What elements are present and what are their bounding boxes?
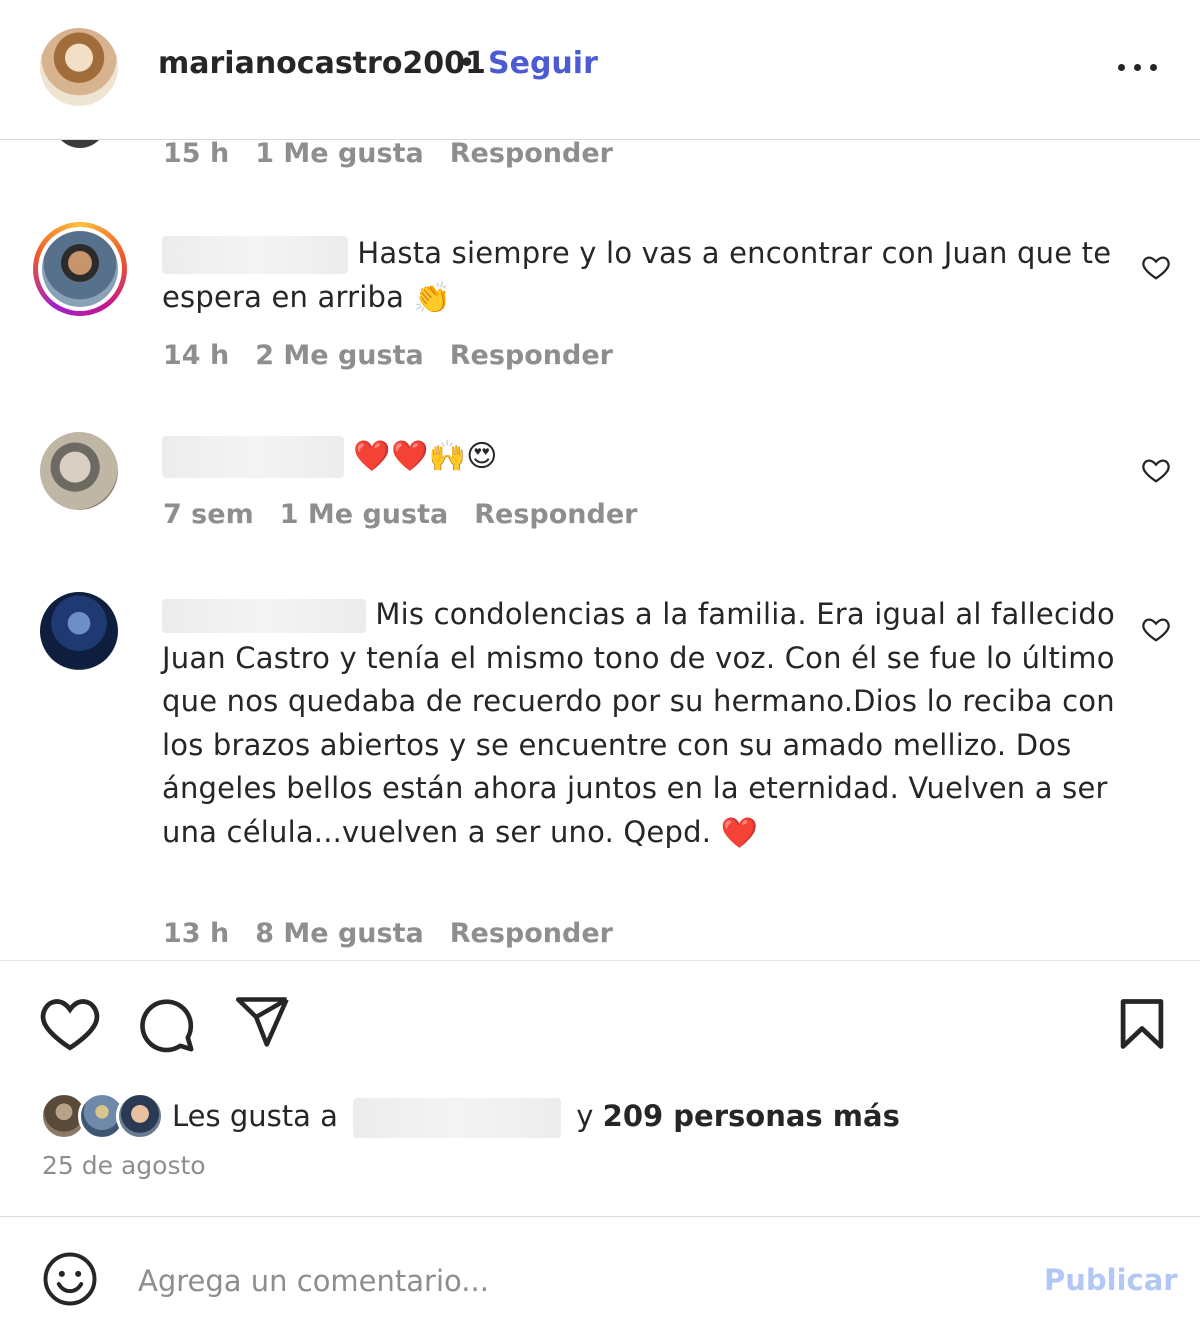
post-date[interactable]: 25 de agosto bbox=[42, 1151, 206, 1180]
comment-text-block: Hasta siempre y lo vas a encontrar con J… bbox=[162, 232, 1122, 319]
heart-icon[interactable] bbox=[40, 996, 100, 1052]
comment-like-heart-icon[interactable] bbox=[1140, 614, 1172, 644]
comment-input[interactable] bbox=[138, 1261, 998, 1301]
likes-connector: y bbox=[576, 1099, 594, 1133]
likes-count-link[interactable]: 209 personas más bbox=[603, 1099, 900, 1133]
reply-button[interactable]: Responder bbox=[450, 340, 613, 371]
comment-meta: 13 h 8 Me gusta Responder bbox=[163, 918, 639, 949]
commenter-avatar[interactable] bbox=[40, 432, 118, 510]
comment-time: 14 h bbox=[163, 340, 230, 371]
redacted-username bbox=[162, 236, 348, 274]
comment-likes[interactable]: 2 Me gusta bbox=[255, 340, 424, 371]
redacted-liker-name[interactable] bbox=[353, 1098, 562, 1138]
paper-plane-icon[interactable] bbox=[234, 996, 292, 1048]
comment-text-block: ❤️❤️🙌😍 bbox=[162, 434, 1122, 478]
liker-avatar[interactable] bbox=[116, 1092, 164, 1140]
comment-time: 13 h bbox=[163, 918, 230, 949]
reply-button[interactable]: Responder bbox=[450, 138, 613, 169]
comment-like-heart-icon[interactable] bbox=[1140, 455, 1172, 485]
redacted-username bbox=[162, 436, 344, 478]
redacted-username bbox=[162, 599, 366, 633]
publish-button[interactable]: Publicar bbox=[1044, 1263, 1178, 1297]
commenter-avatar[interactable] bbox=[40, 592, 118, 670]
comment-time: 15 h bbox=[163, 138, 230, 169]
comment-likes[interactable]: 1 Me gusta bbox=[280, 499, 449, 530]
comment-like-heart-icon[interactable] bbox=[1140, 252, 1172, 282]
comment-text-block: Mis condolencias a la familia. Era igual… bbox=[162, 593, 1122, 854]
reply-button[interactable]: Responder bbox=[474, 499, 637, 530]
likers-avatars[interactable] bbox=[40, 1092, 170, 1142]
likes-summary: Les gusta a y 209 personas más bbox=[172, 1098, 900, 1138]
emoji-picker-icon[interactable] bbox=[42, 1251, 98, 1307]
reaction-emojis: ❤️❤️🙌😍 bbox=[353, 439, 498, 474]
author-username[interactable]: marianocastro2001 bbox=[158, 46, 486, 81]
comment-body: Mis condolencias a la familia. Era igual… bbox=[162, 597, 1115, 849]
separator-dot: • bbox=[458, 46, 476, 81]
reply-button[interactable]: Responder bbox=[450, 918, 613, 949]
comment-likes[interactable]: 8 Me gusta bbox=[255, 918, 424, 949]
post-header: marianocastro2001 • Seguir bbox=[0, 0, 1200, 140]
comment-likes[interactable]: 1 Me gusta bbox=[255, 138, 424, 169]
comment-composer: Publicar bbox=[0, 1216, 1200, 1337]
comment-meta: 7 sem 1 Me gusta Responder bbox=[163, 499, 663, 530]
bookmark-icon[interactable] bbox=[1118, 998, 1166, 1050]
comment-meta: 15 h 1 Me gusta Responder bbox=[163, 138, 639, 169]
speech-bubble-icon[interactable] bbox=[138, 996, 196, 1054]
likes-prefix: Les gusta a bbox=[172, 1099, 338, 1133]
comment-meta: 14 h 2 Me gusta Responder bbox=[163, 340, 639, 371]
more-options-icon[interactable] bbox=[1110, 48, 1166, 84]
clapping-hands-emoji: 👏 bbox=[413, 280, 452, 316]
follow-button[interactable]: Seguir bbox=[488, 46, 598, 81]
author-avatar[interactable] bbox=[40, 28, 118, 106]
red-heart-emoji: ❤️ bbox=[720, 815, 759, 851]
commenter-avatar-story-ring[interactable] bbox=[33, 222, 127, 316]
comment-time: 7 sem bbox=[163, 499, 254, 530]
section-divider bbox=[0, 960, 1200, 961]
